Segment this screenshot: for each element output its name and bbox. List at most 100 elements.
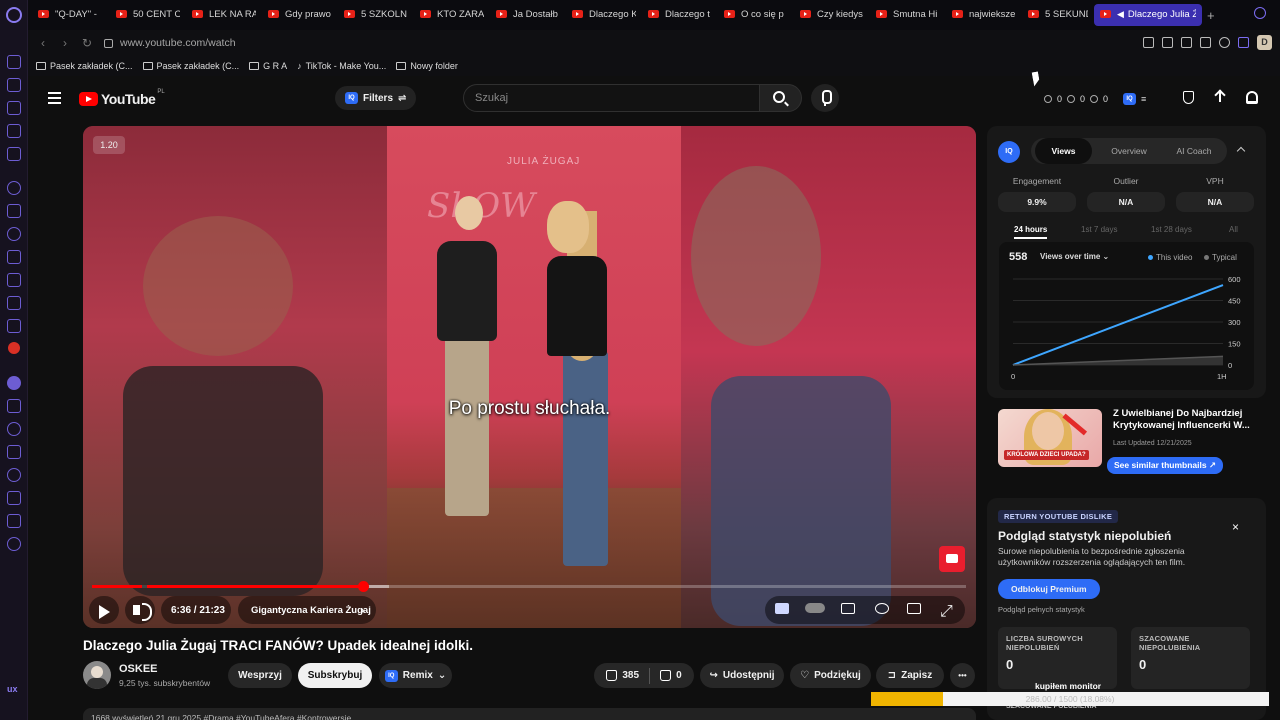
profile-avatar[interactable]: D xyxy=(1257,35,1272,50)
subscribe-button[interactable]: Subskrybuj xyxy=(298,663,372,688)
browser-tab[interactable]: Dlaczego K xyxy=(566,4,642,26)
chart-type-dropdown[interactable]: Views over time ⌄ xyxy=(1040,252,1109,261)
vidiq-icon[interactable]: IQ xyxy=(1123,93,1137,105)
browser-tab[interactable]: Gdy prawo xyxy=(262,4,338,26)
heart-icon[interactable] xyxy=(7,422,21,436)
medal-icon[interactable] xyxy=(1183,90,1194,104)
shield-icon[interactable] xyxy=(1181,37,1192,48)
twitch-icon[interactable] xyxy=(7,204,21,218)
video-player[interactable]: JULIA ŻUGAJ ShOW 1.20 Po prostu słuchała… xyxy=(83,126,976,628)
browser-tab[interactable]: Dlaczego t xyxy=(642,4,718,26)
sidebar-app-icon[interactable] xyxy=(7,124,21,138)
browser-tab[interactable]: Czy kiedys xyxy=(794,4,870,26)
similar-video-thumbnail[interactable]: KRÓLOWA DZIECI UPADA? xyxy=(998,409,1102,467)
tab-ai-coach[interactable]: AI Coach xyxy=(1163,138,1225,164)
autoplay-toggle[interactable] xyxy=(805,603,825,613)
progress-bar[interactable] xyxy=(92,581,966,592)
spotify-icon[interactable] xyxy=(7,376,21,390)
browser-tab[interactable]: Ja Dostałb xyxy=(490,4,566,26)
chapter-button[interactable]: Gigantyczna Kariera Żugaj › xyxy=(238,596,376,624)
browser-logo-icon[interactable] xyxy=(6,7,22,23)
bookmark-item[interactable]: G R A xyxy=(249,61,287,71)
telegram-icon[interactable] xyxy=(7,250,21,264)
more-actions-button[interactable]: ••• xyxy=(950,663,975,688)
upload-icon[interactable] xyxy=(1214,90,1226,104)
sidebar-app-icon[interactable] xyxy=(7,55,21,69)
instagram-icon[interactable] xyxy=(7,273,21,287)
browser-tab-active[interactable]: ◀ Dlaczego Julia Ż xyxy=(1094,4,1202,26)
range-24h[interactable]: 24 hours xyxy=(1014,225,1048,239)
browser-tab[interactable]: LEK NA RA xyxy=(186,4,262,26)
browser-tab[interactable]: 50 CENT O xyxy=(110,4,186,26)
bookmark-item[interactable]: Pasek zakładek (C... xyxy=(142,61,239,71)
notifications-icon[interactable] xyxy=(1246,90,1258,104)
description-box[interactable]: 1668 wyświetleń 21 gru 2025 #Drama #YouT… xyxy=(83,708,976,720)
remix-button[interactable]: IQ Remix ⌄ xyxy=(379,663,452,688)
dislike-count[interactable]: 0 xyxy=(676,670,682,681)
settings-icon[interactable] xyxy=(7,537,21,551)
play-icon[interactable] xyxy=(7,399,21,413)
forward-icon[interactable]: › xyxy=(54,36,76,50)
new-tab-button[interactable]: + xyxy=(1202,8,1220,23)
bookmark-item[interactable]: ♪ TikTok - Make You... xyxy=(297,61,386,71)
subscribe-watermark-icon[interactable] xyxy=(939,546,965,572)
search-input[interactable]: Szukaj xyxy=(463,84,788,112)
share-button[interactable]: ↪ Udostępnij xyxy=(700,663,784,688)
url-field[interactable]: www.youtube.com/watch xyxy=(120,37,236,49)
bookmark-item[interactable]: Nowy folder xyxy=(396,61,458,71)
tab-overview[interactable]: Overview xyxy=(1099,138,1159,164)
discord-icon[interactable] xyxy=(7,319,21,333)
range-all[interactable]: All xyxy=(1229,225,1238,234)
lock-icon[interactable] xyxy=(104,38,113,48)
vidiq-icon[interactable]: IQ xyxy=(998,141,1020,163)
support-button[interactable]: Wesprzyj xyxy=(228,663,292,688)
fullscreen-icon[interactable]: ⤢ xyxy=(940,603,954,620)
theater-mode-icon[interactable] xyxy=(907,603,921,614)
like-count[interactable]: 385 xyxy=(622,670,639,681)
pin-icon[interactable] xyxy=(1143,37,1154,48)
save-button[interactable]: ⊐ Zapisz xyxy=(876,663,944,688)
unlock-premium-button[interactable]: Odblokuj Premium xyxy=(998,579,1100,599)
x-icon[interactable] xyxy=(7,296,21,310)
extensions-icon[interactable] xyxy=(1238,37,1249,48)
channel-name[interactable]: OSKEE xyxy=(119,663,158,675)
see-similar-thumbnails-button[interactable]: See similar thumbnails ↗ xyxy=(1107,457,1224,474)
play-button[interactable] xyxy=(89,596,119,624)
tabs-icon[interactable] xyxy=(7,445,21,459)
similar-video-title[interactable]: Z Uwielbianej Do Najbardziej Krytykowane… xyxy=(1113,408,1263,432)
list-icon[interactable]: ≡ xyxy=(1141,94,1146,104)
youtube-logo[interactable]: YouTube PL xyxy=(79,89,165,107)
mute-button[interactable] xyxy=(125,596,155,624)
sidebar-app-icon[interactable] xyxy=(7,78,21,92)
menu-icon[interactable] xyxy=(48,92,61,107)
browser-tab[interactable]: najwieksze xyxy=(946,4,1022,26)
tab-views[interactable]: Views xyxy=(1035,138,1092,164)
sidebar-app-icon[interactable] xyxy=(7,147,21,161)
extensions-icon[interactable] xyxy=(7,514,21,528)
heart-icon[interactable] xyxy=(1219,37,1230,48)
browser-tab[interactable]: 5 SZKOLN xyxy=(338,4,414,26)
send-icon[interactable] xyxy=(1200,37,1211,48)
close-icon[interactable]: × xyxy=(1232,520,1239,534)
voice-search-icon[interactable] xyxy=(811,84,839,112)
subtitles-icon[interactable] xyxy=(841,603,855,614)
history-icon[interactable] xyxy=(7,468,21,482)
scrubber-handle[interactable] xyxy=(357,581,369,592)
bookmark-item[interactable]: Pasek zakładek (C... xyxy=(36,61,133,71)
settings-icon[interactable] xyxy=(875,603,889,614)
notification-icon[interactable] xyxy=(8,342,20,354)
thanks-button[interactable]: ♡ Podziękuj xyxy=(790,663,871,688)
messenger-icon[interactable] xyxy=(7,227,21,241)
range-28d[interactable]: 1st 28 days xyxy=(1151,225,1192,234)
browser-tab[interactable]: KTO ZARA xyxy=(414,4,490,26)
sidebar-app-icon[interactable] xyxy=(7,101,21,115)
browser-tab[interactable]: Smutna Hi xyxy=(870,4,946,26)
dislike-icon[interactable] xyxy=(660,670,672,681)
download-icon[interactable] xyxy=(7,491,21,505)
collapse-icon[interactable] xyxy=(1236,146,1246,156)
browser-tab[interactable]: "Q-DAY" - xyxy=(32,4,110,26)
filters-button[interactable]: IQ Filters ⇌ xyxy=(335,86,417,110)
range-7d[interactable]: 1st 7 days xyxy=(1081,225,1117,234)
search-button[interactable] xyxy=(759,84,802,112)
back-icon[interactable]: ‹ xyxy=(32,36,54,50)
